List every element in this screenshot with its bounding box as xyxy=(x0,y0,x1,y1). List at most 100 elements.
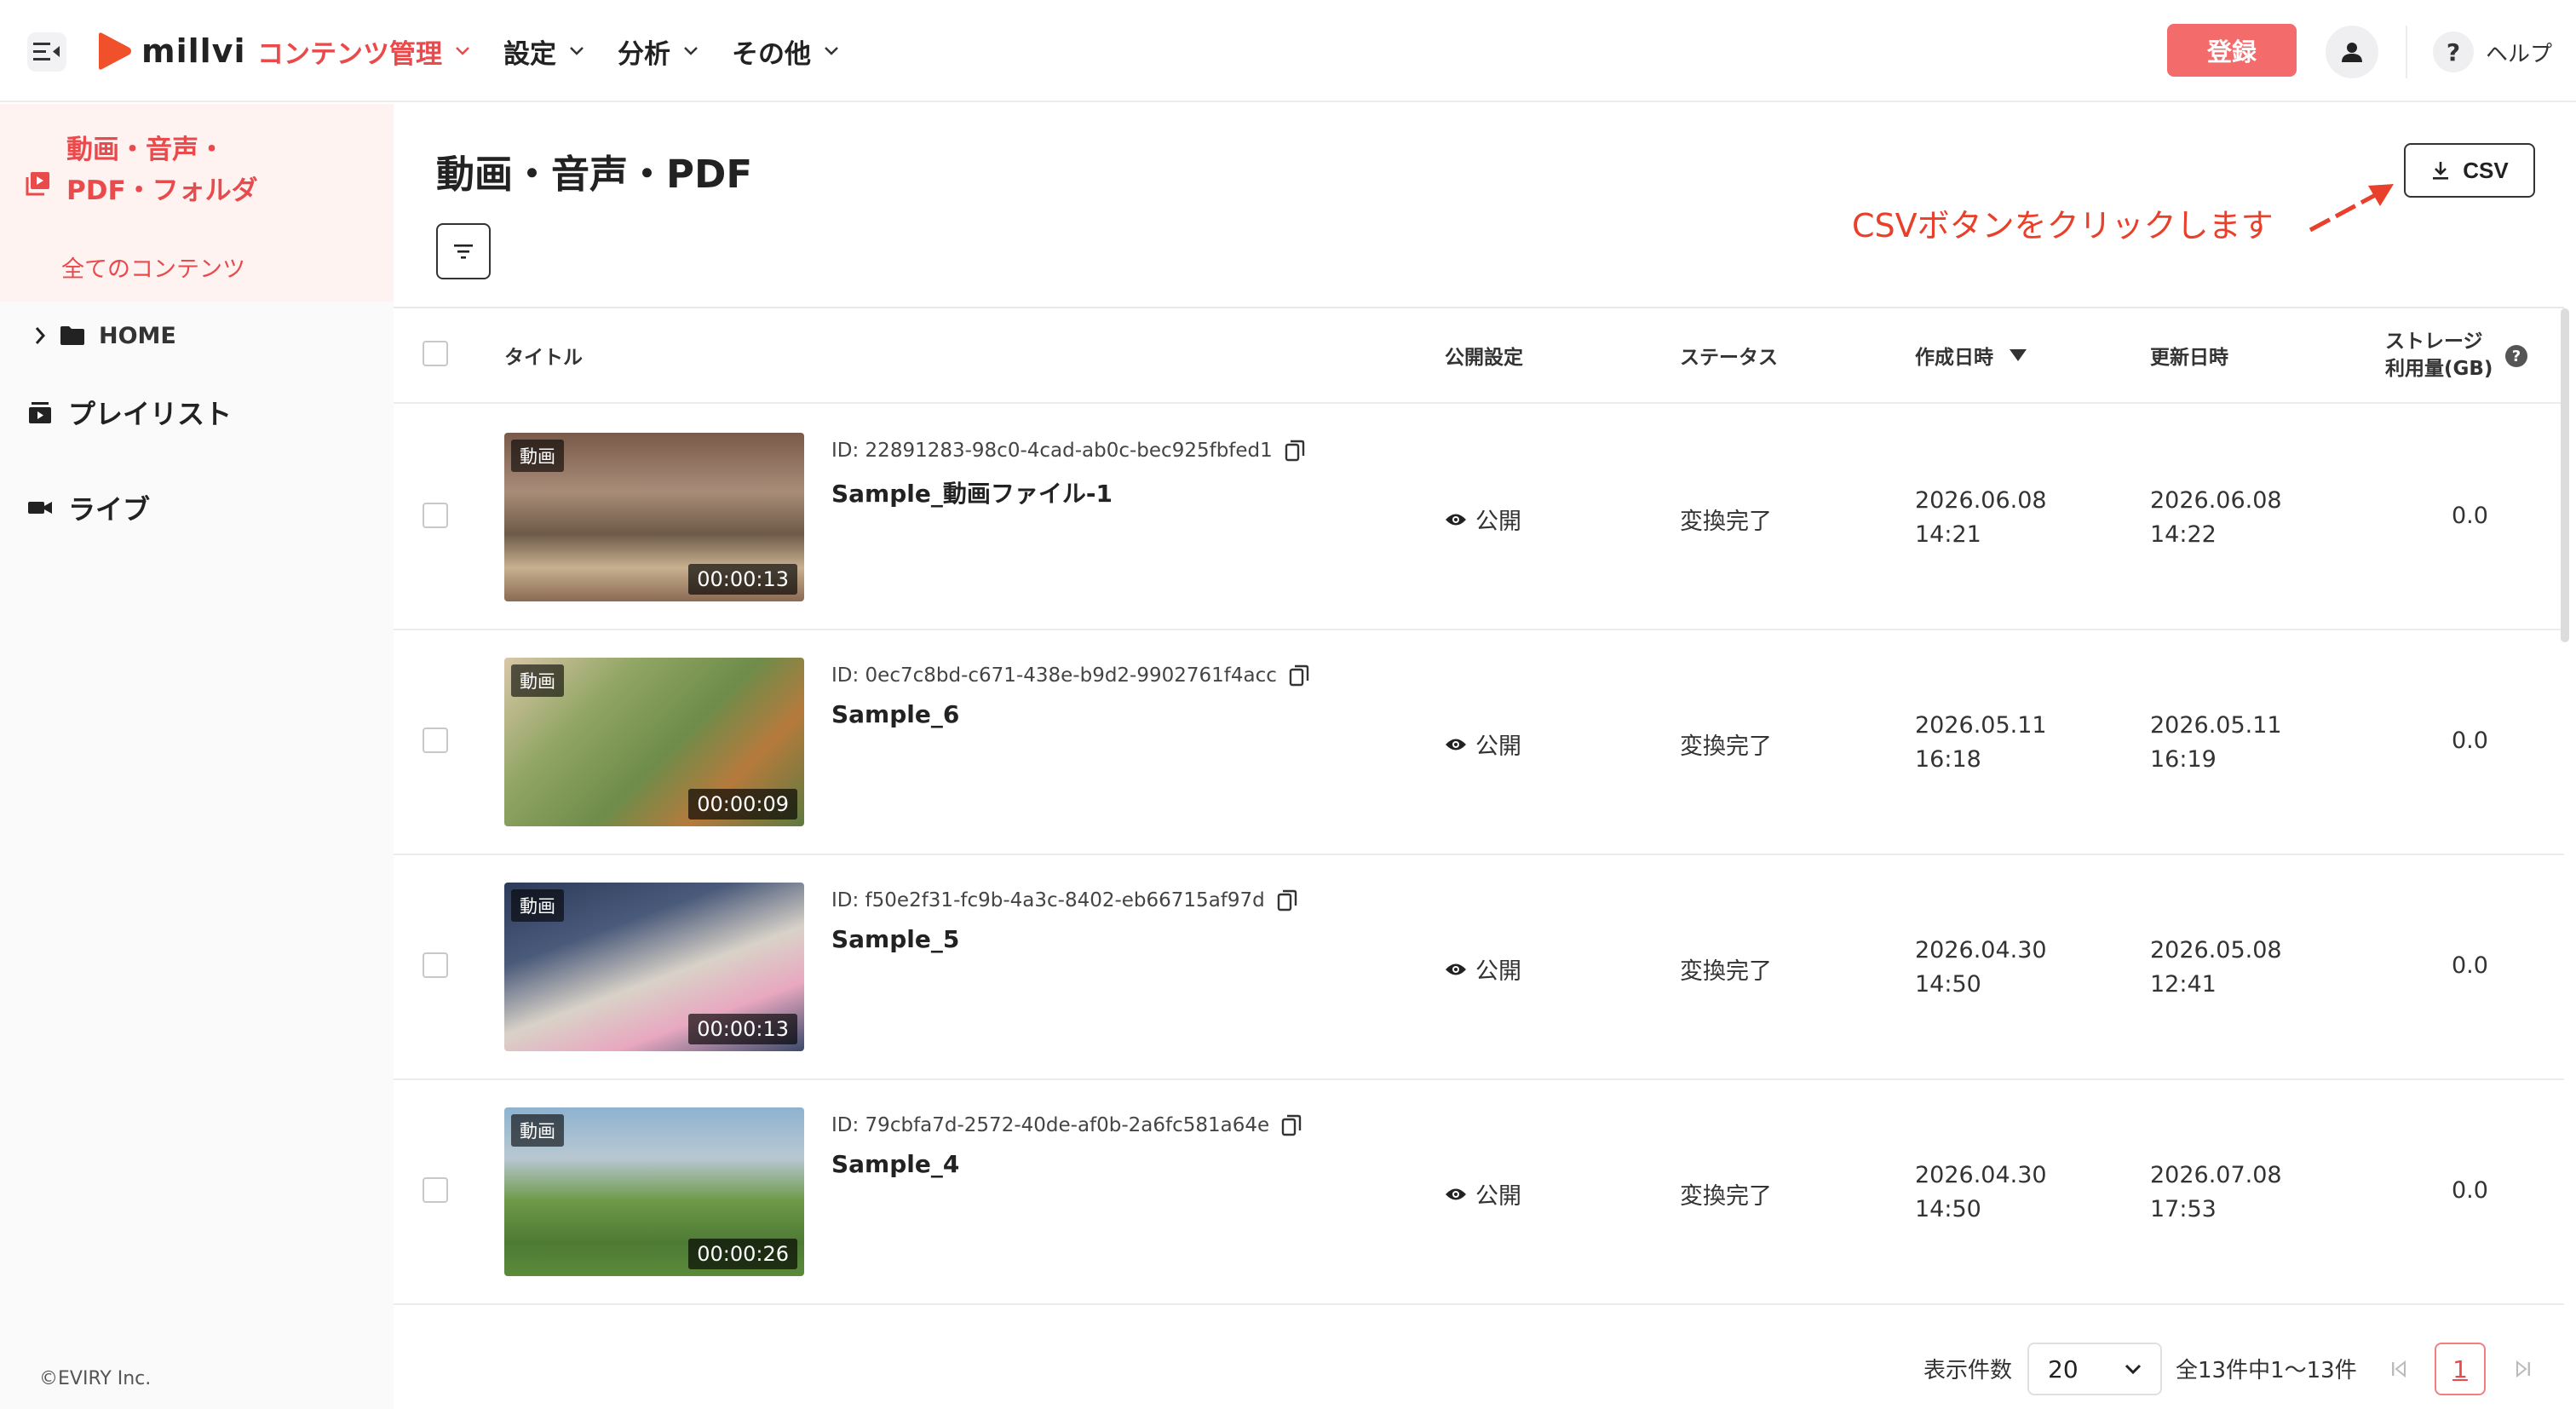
content-id-text: ID: f50e2f31-fc9b-4a3c-8402-eb66715af97d xyxy=(831,889,1265,912)
updated-date: 2026.06.08 xyxy=(2150,487,2282,514)
pagination-range: 全13件中1〜13件 xyxy=(2176,1357,2357,1383)
csv-download-button[interactable]: CSV xyxy=(2404,143,2535,198)
nav-contents[interactable]: コンテンツ管理 xyxy=(257,32,469,71)
video-thumbnail[interactable]: 動画 00:00:26 xyxy=(504,1107,804,1276)
created-cell: 2026.05.11 16:18 xyxy=(1915,709,2047,777)
filter-button[interactable] xyxy=(436,223,491,279)
nav-analytics-label: 分析 xyxy=(618,38,670,70)
status-cell: 変換完了 xyxy=(1680,1183,1772,1210)
storage-cell: 0.0 xyxy=(2452,952,2488,979)
video-camera-icon xyxy=(28,502,52,514)
nav-other[interactable]: その他 xyxy=(732,32,838,71)
row-checkbox[interactable] xyxy=(423,503,448,528)
created-date: 2026.04.30 xyxy=(1915,1162,2047,1188)
created-cell: 2026.06.08 14:21 xyxy=(1915,484,2047,552)
per-page-label: 表示件数 xyxy=(1923,1357,2013,1383)
first-page-button[interactable] xyxy=(2373,1343,2424,1395)
app-logo[interactable]: millvi xyxy=(94,27,245,75)
nav-settings[interactable]: 設定 xyxy=(503,32,584,71)
status-cell: 変換完了 xyxy=(1680,958,1772,985)
help-link[interactable]: ? ヘルプ xyxy=(2433,26,2552,78)
table-scrollbar[interactable] xyxy=(2561,308,2569,642)
copy-icon[interactable] xyxy=(1277,889,1297,912)
page-1-button[interactable]: 1 xyxy=(2435,1343,2486,1395)
sidebar-folder-home[interactable]: HOME xyxy=(34,319,176,353)
first-page-icon xyxy=(2392,1360,2406,1378)
duration-badge: 00:00:13 xyxy=(688,1014,797,1044)
content-title[interactable]: Sample_動画ファイル-1 xyxy=(831,475,1113,509)
last-page-icon xyxy=(2516,1360,2530,1378)
updated-date: 2026.07.08 xyxy=(2150,1162,2282,1188)
help-label: ヘルプ xyxy=(2486,41,2553,67)
visibility-cell: 公開 xyxy=(1445,952,1521,986)
duration-badge: 00:00:13 xyxy=(688,564,797,595)
copy-icon[interactable] xyxy=(1285,440,1305,462)
content-title[interactable]: Sample_4 xyxy=(831,1150,959,1178)
chevron-right-icon xyxy=(35,327,46,344)
col-storage-line1: ストレージ xyxy=(2385,331,2483,353)
table-header: タイトル 公開設定 ステータス 作成日時 更新日時 ストレージ 利用量(GB) … xyxy=(394,308,2564,404)
eye-icon xyxy=(1446,1188,1466,1199)
sidebar: 動画・音声・PDF・フォルダ 全てのコンテンツ HOME プレイリスト ライブ … xyxy=(0,104,394,1409)
visibility-cell: 公開 xyxy=(1445,1177,1521,1211)
col-visibility: 公開設定 xyxy=(1445,347,1523,369)
menu-toggle-button[interactable] xyxy=(27,32,66,72)
row-checkbox[interactable] xyxy=(423,728,448,753)
sidebar-item-live[interactable]: ライブ xyxy=(27,487,150,528)
select-all-checkbox[interactable] xyxy=(423,341,448,366)
chevron-down-icon xyxy=(456,47,469,55)
media-type-badge: 動画 xyxy=(511,664,564,697)
content-title[interactable]: Sample_5 xyxy=(831,925,959,953)
media-library-icon xyxy=(26,172,49,196)
sidebar-folder-home-label: HOME xyxy=(99,322,176,349)
updated-date: 2026.05.11 xyxy=(2150,712,2282,739)
help-circle-icon[interactable]: ? xyxy=(2504,344,2528,368)
visibility-label: 公開 xyxy=(1475,509,1521,535)
copy-icon[interactable] xyxy=(1281,1114,1302,1136)
video-thumbnail[interactable]: 動画 00:00:09 xyxy=(504,658,804,826)
per-page-value: 20 xyxy=(2048,1354,2079,1383)
filter-icon xyxy=(454,244,473,259)
storage-cell: 0.0 xyxy=(2452,503,2488,529)
updated-date: 2026.05.08 xyxy=(2150,937,2282,963)
eye-icon xyxy=(1446,963,1466,975)
user-avatar-button[interactable] xyxy=(2326,26,2378,78)
register-button[interactable]: 登録 xyxy=(2167,24,2297,77)
sidebar-item-playlist[interactable]: プレイリスト xyxy=(27,392,232,433)
chevron-down-icon xyxy=(684,47,698,55)
menu-collapse-icon xyxy=(33,43,60,60)
nav-analytics[interactable]: 分析 xyxy=(618,32,698,71)
media-type-badge: 動画 xyxy=(511,1114,564,1147)
duration-badge: 00:00:09 xyxy=(688,789,797,820)
sidebar-item-all-contents[interactable]: 全てのコンテンツ xyxy=(61,250,245,284)
row-checkbox[interactable] xyxy=(423,952,448,978)
content-id: ID: f50e2f31-fc9b-4a3c-8402-eb66715af97d xyxy=(831,889,1297,912)
per-page-select[interactable]: 20 xyxy=(2027,1343,2162,1395)
last-page-button[interactable] xyxy=(2498,1343,2549,1395)
video-thumbnail[interactable]: 動画 00:00:13 xyxy=(504,883,804,1051)
chevron-down-icon xyxy=(2125,1364,2142,1374)
col-created-sort[interactable]: 作成日時 xyxy=(1915,308,2027,402)
created-date: 2026.06.08 xyxy=(1915,487,2047,514)
row-checkbox[interactable] xyxy=(423,1177,448,1203)
media-type-badge: 動画 xyxy=(511,889,564,922)
content-id: ID: 22891283-98c0-4cad-ab0c-bec925fbfed1 xyxy=(831,440,1305,462)
table-row[interactable]: 動画 00:00:26 ID: 79cbfa7d-2572-40de-af0b-… xyxy=(394,1080,2564,1305)
updated-cell: 2026.05.11 16:19 xyxy=(2150,709,2282,777)
csv-button-label: CSV xyxy=(2463,157,2509,183)
eye-icon xyxy=(1446,514,1466,525)
table-row[interactable]: 動画 00:00:13 ID: 22891283-98c0-4cad-ab0c-… xyxy=(394,405,2564,630)
content-title[interactable]: Sample_6 xyxy=(831,700,959,728)
updated-time: 17:53 xyxy=(2150,1196,2217,1222)
sidebar-item-playlist-label: プレイリスト xyxy=(68,398,233,430)
created-cell: 2026.04.30 14:50 xyxy=(1915,1159,2047,1227)
table-row[interactable]: 動画 00:00:09 ID: 0ec7c8bd-c671-438e-b9d2-… xyxy=(394,630,2564,855)
help-icon: ? xyxy=(2433,32,2474,72)
copy-icon[interactable] xyxy=(1289,664,1309,687)
sidebar-item-contents[interactable]: 動画・音声・PDF・フォルダ 全てのコンテンツ xyxy=(0,104,394,302)
instruction-annotation: CSVボタンをクリックします xyxy=(1852,207,2274,244)
col-status: ステータス xyxy=(1680,347,1778,369)
video-thumbnail[interactable]: 動画 00:00:13 xyxy=(504,433,804,601)
main-nav: コンテンツ管理 設定 分析 その他 xyxy=(257,27,872,75)
table-row[interactable]: 動画 00:00:13 ID: f50e2f31-fc9b-4a3c-8402-… xyxy=(394,855,2564,1080)
